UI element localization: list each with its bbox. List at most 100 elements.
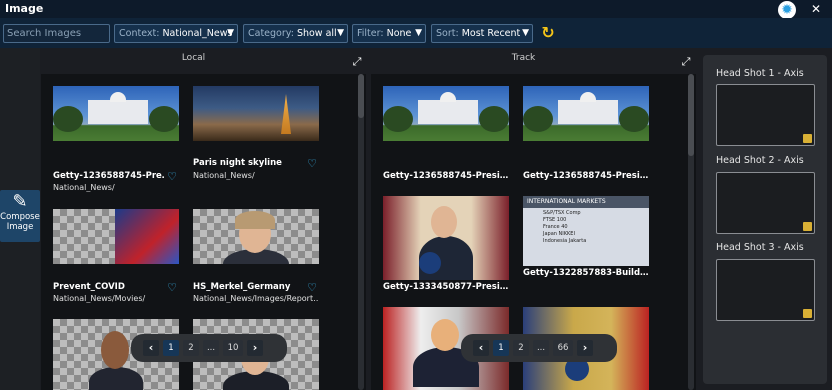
prev-page-icon[interactable]: ‹ bbox=[143, 340, 159, 356]
track-pager: ‹ 1 2 ... 66 › bbox=[461, 334, 617, 362]
track-scrollbar[interactable] bbox=[688, 74, 694, 390]
heart-icon[interactable]: ♡ bbox=[306, 158, 318, 170]
page-button-1[interactable]: 1 bbox=[493, 340, 509, 356]
headshot-slot-2[interactable] bbox=[716, 172, 815, 234]
headshot-panel: Head Shot 1 - Axis Head Shot 2 - Axis He… bbox=[703, 55, 827, 384]
body-shape bbox=[89, 367, 143, 390]
track-caption-2: Getty-1236588745-Presi… bbox=[523, 171, 649, 181]
tree-shape bbox=[149, 106, 179, 132]
scroll-thumb[interactable] bbox=[358, 74, 364, 118]
pencil-icon: ✎ bbox=[12, 191, 28, 212]
headshot-label-3: Head Shot 3 - Axis bbox=[716, 242, 804, 253]
headshot-slot-1[interactable] bbox=[716, 84, 815, 146]
category-key: Category: bbox=[248, 28, 294, 39]
filter-value: None bbox=[386, 28, 412, 39]
local-path-1: National_News/ bbox=[53, 183, 115, 192]
building-shape bbox=[418, 92, 478, 124]
local-path-4: National_News/Images/Report… bbox=[193, 294, 319, 303]
track-thumb-4[interactable]: INTERNATIONAL MARKETS S&P/TSX Comp FTSE … bbox=[523, 196, 649, 266]
filter-key: Filter: bbox=[357, 28, 384, 39]
heart-icon[interactable]: ♡ bbox=[166, 282, 178, 294]
local-path-2: National_News/ bbox=[193, 171, 255, 180]
track-thumb-3[interactable] bbox=[383, 196, 509, 280]
seal-shape bbox=[419, 252, 441, 274]
sort-dropdown[interactable]: Sort: Most Recent ▼ bbox=[431, 24, 533, 43]
search-input[interactable]: Search Images bbox=[3, 24, 110, 43]
category-dropdown[interactable]: Category: Show all ▼ bbox=[243, 24, 348, 43]
image-icon bbox=[803, 222, 812, 231]
building-shape bbox=[558, 92, 618, 124]
tree-shape bbox=[383, 106, 413, 132]
headshot-label-1: Head Shot 1 - Axis bbox=[716, 68, 804, 79]
tower-shape bbox=[281, 94, 291, 134]
page-ellipsis: ... bbox=[203, 340, 219, 356]
sun-icon[interactable]: ✹ bbox=[778, 1, 796, 19]
local-caption-2: Paris night skyline bbox=[193, 158, 282, 168]
next-page-icon[interactable]: › bbox=[247, 340, 263, 356]
page-button-2[interactable]: 2 bbox=[183, 340, 199, 356]
local-caption-1: Getty-1236588745-Pre… bbox=[53, 171, 165, 181]
local-scrollbar[interactable] bbox=[358, 74, 364, 390]
tree-shape bbox=[619, 106, 649, 132]
prev-page-icon[interactable]: ‹ bbox=[473, 340, 489, 356]
sort-key: Sort: bbox=[436, 28, 459, 39]
sort-value: Most Recent bbox=[461, 28, 521, 39]
track-caption-4: Getty-1322857883-Build… bbox=[523, 268, 649, 278]
page-button-1[interactable]: 1 bbox=[163, 340, 179, 356]
local-thumb-4[interactable] bbox=[193, 209, 319, 264]
local-header: Local bbox=[181, 53, 206, 63]
scroll-thumb[interactable] bbox=[688, 74, 694, 156]
toolbar: Search Images Context: National_News ▼ C… bbox=[0, 18, 832, 48]
market-row: FTSE 100 bbox=[543, 217, 567, 223]
local-thumb-1[interactable] bbox=[53, 86, 179, 141]
next-page-icon[interactable]: › bbox=[577, 340, 593, 356]
screen-graphic bbox=[115, 209, 179, 264]
tree-shape bbox=[53, 106, 83, 132]
refresh-icon[interactable]: ↻ bbox=[539, 24, 557, 42]
track-grid: Getty-1236588745-Presi… Getty-1236588745… bbox=[371, 74, 696, 390]
local-thumb-3[interactable] bbox=[53, 209, 179, 264]
compose-label-2: Image bbox=[6, 222, 34, 232]
headshot-slot-3[interactable] bbox=[716, 259, 815, 321]
context-value: National_News bbox=[162, 28, 233, 39]
local-grid: Getty-1236588745-Pre… ♡ National_News/ P… bbox=[41, 74, 366, 390]
category-value: Show all bbox=[296, 28, 337, 39]
market-row: Japan NIKKEI bbox=[543, 231, 575, 237]
compose-label-1: Compose bbox=[0, 212, 40, 222]
page-button-last[interactable]: 10 bbox=[223, 340, 243, 356]
market-row: Indonesia Jakarta bbox=[543, 238, 587, 244]
title-bar: Image ✹ ✕ bbox=[0, 0, 832, 19]
track-thumb-2[interactable] bbox=[523, 86, 649, 141]
track-caption-1: Getty-1236588745-Presi… bbox=[383, 171, 509, 181]
close-icon[interactable]: ✕ bbox=[808, 0, 824, 18]
local-thumb-2[interactable] bbox=[193, 86, 319, 141]
context-dropdown[interactable]: Context: National_News ▼ bbox=[114, 24, 238, 43]
page-button-2[interactable]: 2 bbox=[513, 340, 529, 356]
heart-icon[interactable]: ♡ bbox=[166, 171, 178, 183]
window-title: Image bbox=[5, 2, 44, 15]
chevron-down-icon: ▼ bbox=[337, 28, 344, 38]
market-row: France 40 bbox=[543, 224, 568, 230]
market-row: S&P/TSX Comp bbox=[543, 210, 581, 216]
building-shape bbox=[88, 92, 148, 124]
expand-icon[interactable]: ⤢ bbox=[680, 56, 692, 68]
local-pager: ‹ 1 2 ... 10 › bbox=[131, 334, 287, 362]
compose-image-button[interactable]: ✎ Compose Image bbox=[0, 190, 40, 242]
image-icon bbox=[803, 134, 812, 143]
chevron-down-icon: ▼ bbox=[227, 28, 234, 38]
local-path-3: National_News/Movies/ bbox=[53, 294, 146, 303]
tree-shape bbox=[479, 106, 509, 132]
page-button-last[interactable]: 66 bbox=[553, 340, 573, 356]
filter-dropdown[interactable]: Filter: None ▼ bbox=[352, 24, 426, 43]
track-header: Track bbox=[511, 53, 536, 63]
context-key: Context: bbox=[119, 28, 160, 39]
hair-shape bbox=[235, 211, 275, 229]
face-shape bbox=[101, 331, 129, 369]
heart-icon[interactable]: ♡ bbox=[306, 282, 318, 294]
chevron-down-icon: ▼ bbox=[522, 28, 529, 38]
expand-icon[interactable]: ⤢ bbox=[351, 56, 363, 68]
face-shape bbox=[431, 319, 459, 351]
track-thumb-1[interactable] bbox=[383, 86, 509, 141]
track-caption-3: Getty-1333450877-Presi… bbox=[383, 282, 509, 292]
tree-shape bbox=[523, 106, 553, 132]
